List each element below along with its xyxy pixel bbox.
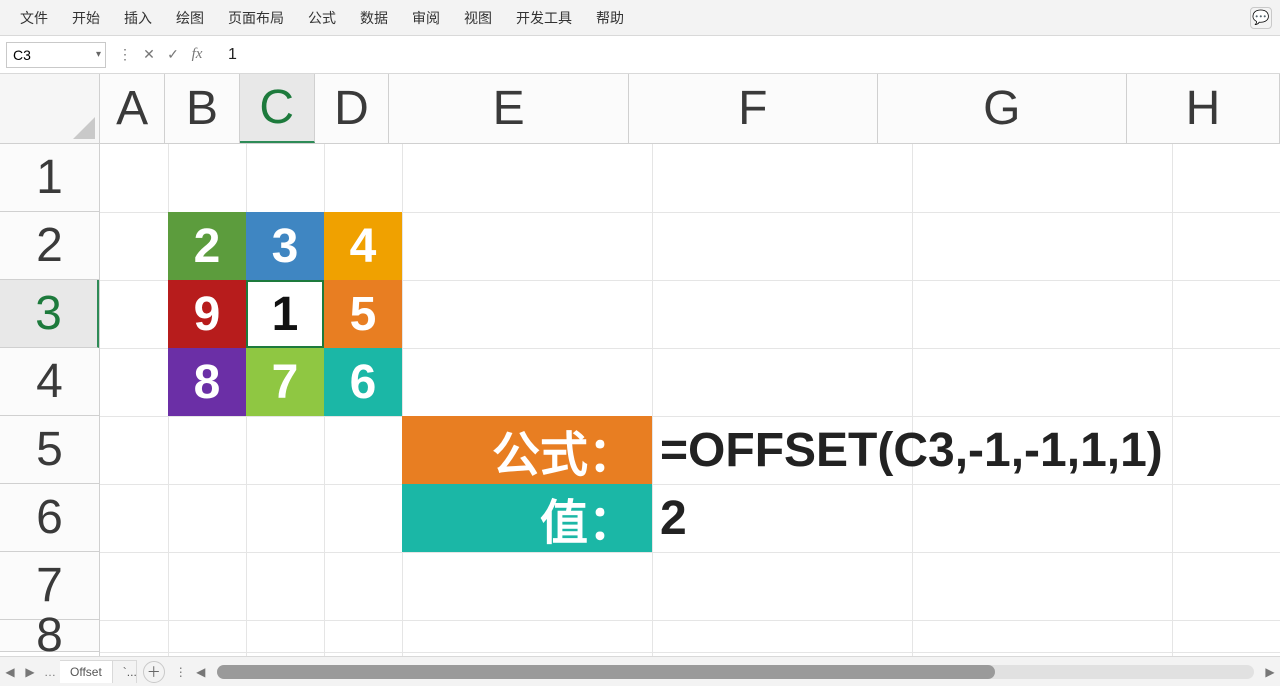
cell-B2[interactable]: 2 <box>168 212 246 280</box>
namebox-more-icon[interactable]: ⋮ <box>114 44 136 66</box>
tab-nav-next-icon[interactable]: ▶ <box>20 661 40 683</box>
horizontal-scrollbar[interactable] <box>217 665 1254 679</box>
row-header-4[interactable]: 4 <box>0 348 99 416</box>
row-header-6[interactable]: 6 <box>0 484 99 552</box>
menu-item-formulas[interactable]: 公式 <box>296 2 348 34</box>
tab-nav-more-icon[interactable]: … <box>40 661 60 683</box>
new-sheet-button[interactable]: ＋ <box>143 661 165 683</box>
row-header-5[interactable]: 5 <box>0 416 99 484</box>
menu-item-draw[interactable]: 绘图 <box>164 2 216 34</box>
label-formula[interactable]: 公式： <box>402 416 652 484</box>
insert-function-icon[interactable]: fx <box>186 44 208 66</box>
tab-nav-prev-icon[interactable]: ◀ <box>0 661 20 683</box>
cell-C3[interactable]: 1 <box>246 280 324 348</box>
name-box[interactable]: C3 ▾ <box>6 42 106 68</box>
column-header-H[interactable]: H <box>1127 74 1280 143</box>
select-all-corner[interactable] <box>0 74 100 144</box>
column-header-C[interactable]: C <box>240 74 315 143</box>
menu-item-insert[interactable]: 插入 <box>112 2 164 34</box>
result-value[interactable]: 2 <box>652 484 1280 552</box>
menu-item-review[interactable]: 审阅 <box>400 2 452 34</box>
sheet-tab-2[interactable]: `... <box>113 660 137 683</box>
menu-item-pagelayout[interactable]: 页面布局 <box>216 2 296 34</box>
cell-D2[interactable]: 4 <box>324 212 402 280</box>
sheet-tab-active[interactable]: Offset <box>60 660 113 683</box>
row-header-1[interactable]: 1 <box>0 144 99 212</box>
spreadsheet-grid: ABCDEFGH 12345678 234915876公式：值：=OFFSET(… <box>0 74 1280 656</box>
accept-formula-icon[interactable]: ✓ <box>162 44 184 66</box>
tab-options-icon[interactable]: ⋮ <box>171 661 191 683</box>
name-box-value: C3 <box>13 47 31 63</box>
comment-icon[interactable]: 💬 <box>1250 7 1272 29</box>
menu-item-devtools[interactable]: 开发工具 <box>504 2 584 34</box>
result-formula[interactable]: =OFFSET(C3,-1,-1,1,1) <box>652 416 1280 484</box>
scroll-right-icon[interactable]: ▶ <box>1260 661 1280 683</box>
menu-item-view[interactable]: 视图 <box>452 2 504 34</box>
row-header-2[interactable]: 2 <box>0 212 99 280</box>
menu-item-file[interactable]: 文件 <box>8 2 60 34</box>
cancel-formula-icon[interactable]: ✕ <box>138 44 160 66</box>
cell-D3[interactable]: 5 <box>324 280 402 348</box>
sheet-tab-bar: ◀ ▶ … Offset `... ＋ ⋮ ◀ ▶ <box>0 656 1280 686</box>
column-header-D[interactable]: D <box>315 74 390 143</box>
column-header-E[interactable]: E <box>389 74 628 143</box>
column-header-B[interactable]: B <box>165 74 240 143</box>
cell-C2[interactable]: 3 <box>246 212 324 280</box>
row-header-3[interactable]: 3 <box>0 280 99 348</box>
cell-B3[interactable]: 9 <box>168 280 246 348</box>
chevron-down-icon[interactable]: ▾ <box>96 49 101 60</box>
cell-C4[interactable]: 7 <box>246 348 324 416</box>
menu-item-home[interactable]: 开始 <box>60 2 112 34</box>
menu-bar: 文件 开始 插入 绘图 页面布局 公式 数据 审阅 视图 开发工具 帮助 💬 <box>0 0 1280 36</box>
cell-D4[interactable]: 6 <box>324 348 402 416</box>
menu-item-help[interactable]: 帮助 <box>584 2 636 34</box>
column-header-G[interactable]: G <box>878 74 1127 143</box>
row-header-8[interactable]: 8 <box>0 620 99 652</box>
formula-bar-row: C3 ▾ ⋮ ✕ ✓ fx <box>0 36 1280 74</box>
scroll-left-icon[interactable]: ◀ <box>191 661 211 683</box>
column-header-F[interactable]: F <box>629 74 878 143</box>
menu-item-data[interactable]: 数据 <box>348 2 400 34</box>
column-header-A[interactable]: A <box>100 74 165 143</box>
formula-input[interactable] <box>222 42 1274 68</box>
cell-B4[interactable]: 8 <box>168 348 246 416</box>
label-value[interactable]: 值： <box>402 484 652 552</box>
